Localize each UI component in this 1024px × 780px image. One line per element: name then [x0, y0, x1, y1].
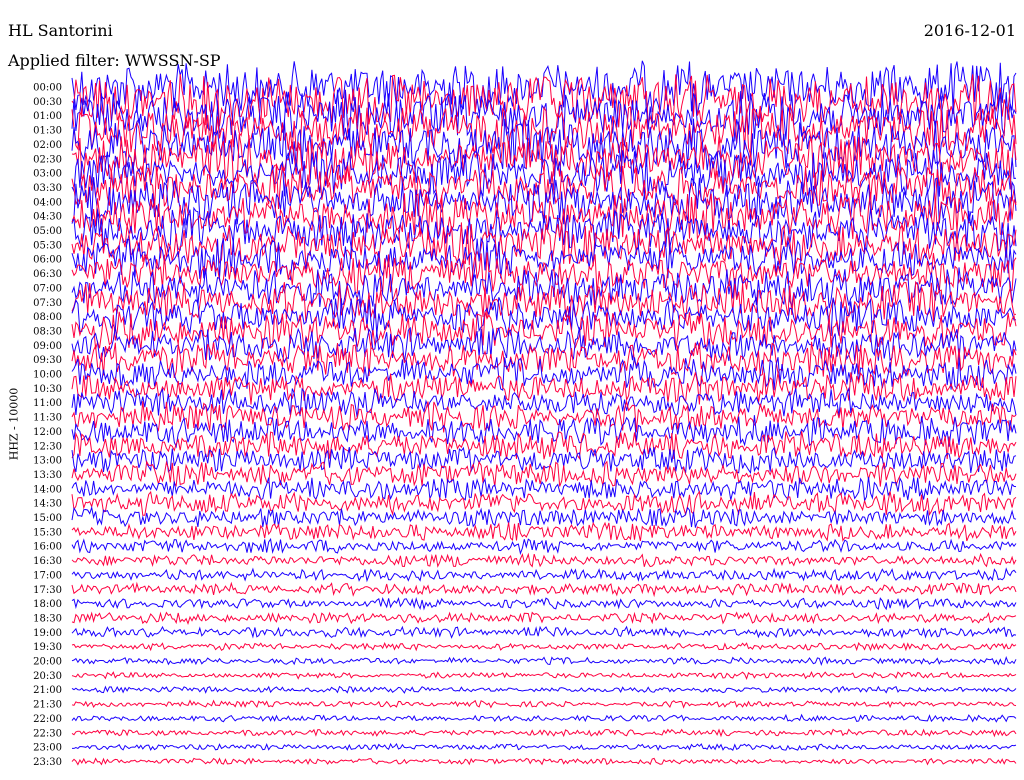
- tick-label: 08:30: [33, 326, 62, 337]
- tick-label: 06:00: [33, 255, 62, 266]
- tick-label: 05:30: [33, 240, 62, 251]
- trace-0530: [71, 222, 1017, 268]
- trace-1630: [71, 552, 1017, 568]
- tick-label: 13:00: [33, 456, 62, 467]
- tick-label: 22:00: [33, 714, 62, 725]
- trace-2200: [71, 713, 1017, 723]
- tick-label: 05:00: [33, 226, 62, 237]
- trace-2330: [71, 757, 1017, 766]
- tick-label: 17:30: [33, 585, 62, 596]
- tick-label: 03:30: [33, 183, 62, 194]
- trace-1600: [71, 537, 1017, 556]
- trace-1430: [71, 490, 1017, 517]
- tick-label: 13:30: [33, 470, 62, 481]
- tick-label: 12:00: [33, 427, 62, 438]
- trace-2030: [71, 670, 1017, 680]
- tick-label: 08:00: [33, 312, 62, 323]
- tick-label: 23:30: [33, 757, 62, 768]
- trace-1500: [71, 505, 1017, 528]
- trace-1830: [71, 611, 1017, 626]
- trace-1900: [71, 625, 1017, 639]
- tick-label: 02:00: [33, 140, 62, 151]
- tick-label: 10:30: [33, 384, 62, 395]
- tick-label: 15:30: [33, 527, 62, 538]
- tick-label: 10:00: [33, 370, 62, 381]
- trace-2000: [71, 655, 1017, 667]
- tick-label: 18:00: [33, 599, 62, 610]
- tick-label: 02:30: [33, 154, 62, 165]
- tick-label: 12:30: [33, 441, 62, 452]
- tick-label: 01:30: [33, 126, 62, 137]
- tick-label: 11:00: [33, 398, 62, 409]
- tick-label: 04:30: [33, 212, 62, 223]
- trace-1400: [71, 476, 1017, 503]
- tick-label: 19:00: [33, 628, 62, 639]
- trace-2300: [72, 742, 1017, 752]
- time-tick-labels: 00:00 00:30 01:00 01:30 02:00 02:30 03:00 03:30…: [33, 83, 62, 768]
- tick-label: 17:00: [33, 570, 62, 581]
- tick-label: 03:00: [33, 169, 62, 180]
- tick-label: 04:00: [33, 197, 62, 208]
- trace-1800: [71, 596, 1017, 611]
- tick-label: 11:30: [33, 413, 62, 424]
- tick-label: 07:30: [33, 298, 62, 309]
- trace-group: [71, 60, 1017, 766]
- tick-label: 16:00: [33, 542, 62, 553]
- trace-2130: [71, 699, 1017, 709]
- tick-label: 09:30: [33, 355, 62, 366]
- tick-label: 14:00: [33, 484, 62, 495]
- trace-1700: [71, 567, 1017, 583]
- tick-label: 20:00: [33, 657, 62, 668]
- tick-label: 20:30: [33, 671, 62, 682]
- tick-label: 16:30: [33, 556, 62, 567]
- seismogram-plot: 00:00 00:30 01:00 01:30 02:00 02:30 03:00 03:30…: [33, 60, 1017, 768]
- tick-label: 07:00: [33, 283, 62, 294]
- tick-label: 21:00: [33, 685, 62, 696]
- tick-label: 23:00: [33, 743, 62, 754]
- tick-label: 06:30: [33, 269, 62, 280]
- tick-label: 22:30: [33, 728, 62, 739]
- trace-2100: [71, 685, 1017, 694]
- trace-1730: [71, 581, 1017, 598]
- tick-label: 18:30: [33, 613, 62, 624]
- trace-1030: [71, 372, 1017, 405]
- trace-2230: [71, 728, 1017, 738]
- tick-label: 01:00: [33, 111, 62, 122]
- tick-label: 09:00: [33, 341, 62, 352]
- trace-1930: [71, 642, 1017, 652]
- tick-label: 15:00: [33, 513, 62, 524]
- trace-0030: [71, 74, 1017, 129]
- tick-label: 00:00: [33, 83, 62, 94]
- tick-label: 14:30: [33, 499, 62, 510]
- tick-label: 19:30: [33, 642, 62, 653]
- tick-label: 00:30: [33, 97, 62, 108]
- tick-label: 21:30: [33, 700, 62, 711]
